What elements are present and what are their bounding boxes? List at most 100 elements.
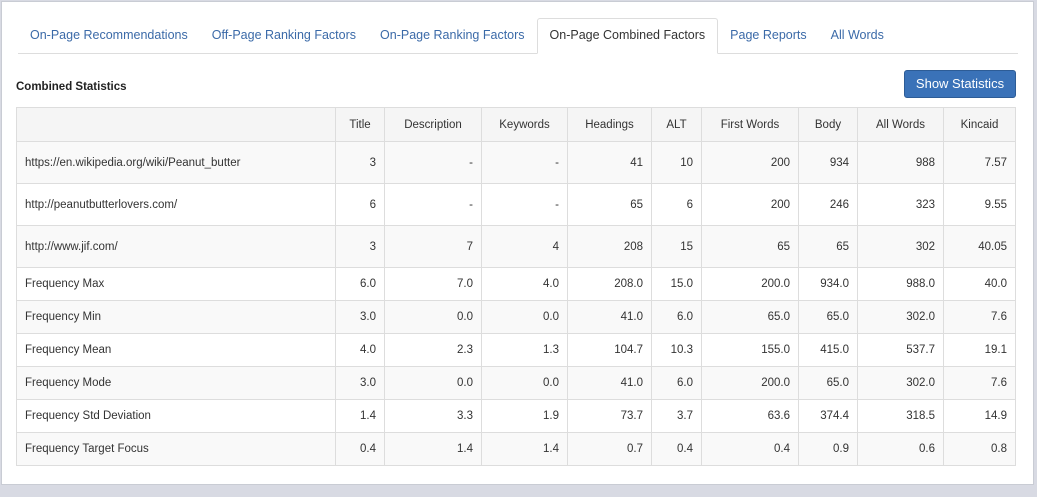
- table-cell: 65.0: [798, 366, 858, 400]
- table-cell: 10.3: [651, 333, 702, 367]
- table-cell: 14.9: [943, 399, 1016, 433]
- table-cell: 155.0: [701, 333, 799, 367]
- table-cell: 73.7: [567, 399, 652, 433]
- table-cell: 0.4: [651, 432, 702, 466]
- table-cell: 65.0: [701, 300, 799, 334]
- statistic-row: Frequency Max 6.0 7.0 4.0 208.0 15.0 200.0 934.…: [16, 267, 1016, 301]
- statistic-row-label: Frequency Mean: [16, 333, 336, 367]
- column-header-title: Title: [335, 107, 385, 142]
- table-cell: 6: [335, 183, 385, 226]
- table-cell: 374.4: [798, 399, 858, 433]
- table-cell: 41.0: [567, 366, 652, 400]
- table-cell: 208: [567, 225, 652, 268]
- table-cell: 0.7: [567, 432, 652, 466]
- table-cell: 1.4: [384, 432, 482, 466]
- table-cell: 41.0: [567, 300, 652, 334]
- column-header-headings: Headings: [567, 107, 652, 142]
- table-cell: 40.05: [943, 225, 1016, 268]
- column-header-all-words: All Words: [857, 107, 944, 142]
- table-cell: 0.0: [384, 366, 482, 400]
- table-cell: 15.0: [651, 267, 702, 301]
- table-header-row: Title Description Keywords Headings ALT First…: [16, 107, 1016, 142]
- table-cell: 7.6: [943, 300, 1016, 334]
- table-cell: 988: [857, 141, 944, 184]
- table-cell: 2.3: [384, 333, 482, 367]
- table-cell: 302: [857, 225, 944, 268]
- table-cell: 0.0: [384, 300, 482, 334]
- column-header-first-words: First Words: [701, 107, 799, 142]
- table-cell: 3.7: [651, 399, 702, 433]
- table-cell: 41: [567, 141, 652, 184]
- table-cell: 0.6: [857, 432, 944, 466]
- table-cell: 6.0: [335, 267, 385, 301]
- table-cell: 1.3: [481, 333, 568, 367]
- table-cell: 0.4: [335, 432, 385, 466]
- table-cell: 104.7: [567, 333, 652, 367]
- tab-off-page-ranking-factors[interactable]: Off-Page Ranking Factors: [200, 18, 368, 53]
- table-cell: 6.0: [651, 366, 702, 400]
- table-cell: 19.1: [943, 333, 1016, 367]
- tab-on-page-recommendations[interactable]: On-Page Recommendations: [18, 18, 200, 53]
- statistic-row-label: Frequency Target Focus: [16, 432, 336, 466]
- table-cell: 318.5: [857, 399, 944, 433]
- tab-on-page-combined-factors[interactable]: On-Page Combined Factors: [536, 18, 719, 54]
- column-header-alt: ALT: [651, 107, 702, 142]
- table-cell: 988.0: [857, 267, 944, 301]
- table-cell: 415.0: [798, 333, 858, 367]
- table-cell: 934.0: [798, 267, 858, 301]
- table-cell: 65: [798, 225, 858, 268]
- statistic-row-label: Frequency Max: [16, 267, 336, 301]
- tab-page-reports[interactable]: Page Reports: [718, 18, 818, 53]
- table-cell: 7.0: [384, 267, 482, 301]
- table-cell: 323: [857, 183, 944, 226]
- table-cell: 3.0: [335, 300, 385, 334]
- table-cell: 6.0: [651, 300, 702, 334]
- table-cell: 302.0: [857, 366, 944, 400]
- statistic-row: Frequency Mode 3.0 0.0 0.0 41.0 6.0 200.0 65.0 3…: [16, 366, 1016, 400]
- page-bottom-strip: [0, 488, 1037, 497]
- table-cell: 302.0: [857, 300, 944, 334]
- table-cell: 246: [798, 183, 858, 226]
- table-cell: 200.0: [701, 267, 799, 301]
- table-cell: 0.4: [701, 432, 799, 466]
- table-cell: 537.7: [857, 333, 944, 367]
- url-row-label: https://en.wikipedia.org/wiki/Peanut_but…: [16, 141, 336, 184]
- table-cell: 7.57: [943, 141, 1016, 184]
- table-cell: 9.55: [943, 183, 1016, 226]
- table-cell: 7: [384, 225, 482, 268]
- statistic-row: Frequency Std Deviation 1.4 3.3 1.9 73.7 3.7 6…: [16, 399, 1016, 433]
- tab-all-words[interactable]: All Words: [819, 18, 896, 53]
- statistic-row: Frequency Target Focus 0.4 1.4 1.4 0.7 0.4 0.4…: [16, 432, 1016, 466]
- table-cell: 0.9: [798, 432, 858, 466]
- table-cell: -: [384, 183, 482, 226]
- table-cell: 4: [481, 225, 568, 268]
- table-cell: 65: [701, 225, 799, 268]
- table-cell: 65: [567, 183, 652, 226]
- table-cell: 200.0: [701, 366, 799, 400]
- table-cell: 200: [701, 141, 799, 184]
- show-statistics-button[interactable]: Show Statistics: [904, 70, 1016, 98]
- column-header-body: Body: [798, 107, 858, 142]
- table-cell: 40.0: [943, 267, 1016, 301]
- tab-on-page-ranking-factors[interactable]: On-Page Ranking Factors: [368, 18, 537, 53]
- table-cell: 65.0: [798, 300, 858, 334]
- column-header-keywords: Keywords: [481, 107, 568, 142]
- table-cell: 3: [335, 225, 385, 268]
- table-cell: 200: [701, 183, 799, 226]
- url-row: http://peanutbutterlovers.com/6- -65 6 200 2…: [16, 183, 1016, 226]
- table-cell: 4.0: [335, 333, 385, 367]
- table-cell: 1.9: [481, 399, 568, 433]
- section-title: Combined Statistics: [16, 81, 127, 93]
- table-cell: 0.0: [481, 300, 568, 334]
- table-cell: 1.4: [481, 432, 568, 466]
- statistic-row-label: Frequency Min: [16, 300, 336, 334]
- table-cell: 4.0: [481, 267, 568, 301]
- column-header-label: [16, 107, 336, 142]
- table-cell: 934: [798, 141, 858, 184]
- table-cell: 0.0: [481, 366, 568, 400]
- combined-statistics-table: Title Description Keywords Headings ALT First…: [16, 107, 1016, 466]
- table-cell: -: [481, 183, 568, 226]
- table-cell: 7.6: [943, 366, 1016, 400]
- table-cell: 208.0: [567, 267, 652, 301]
- column-header-description: Description: [384, 107, 482, 142]
